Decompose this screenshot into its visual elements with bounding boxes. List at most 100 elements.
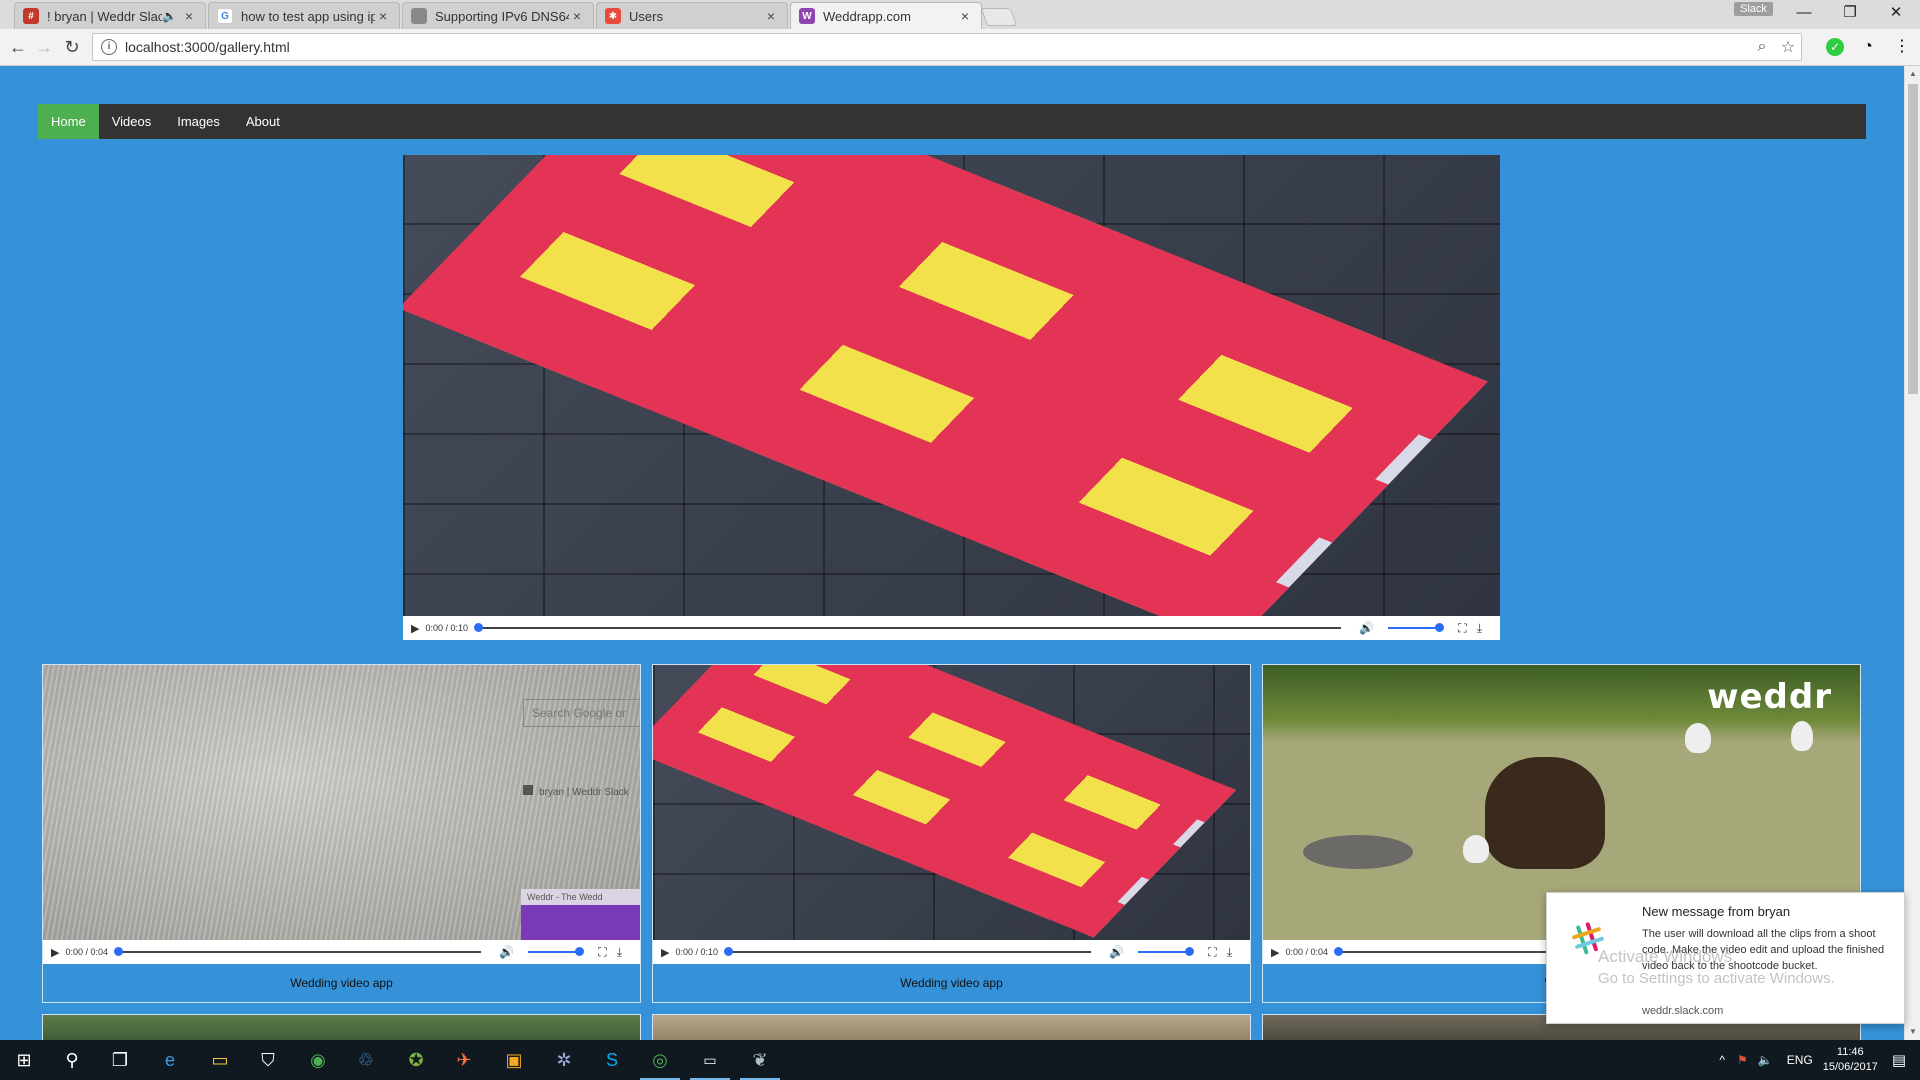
video-thumbnail[interactable]: Search Google or bryan | Weddr Slack Wed…	[43, 665, 640, 940]
reload-icon[interactable]: ↻	[60, 35, 84, 59]
users-favicon-icon: ✱	[605, 8, 621, 24]
minimize-icon[interactable]: —	[1780, 0, 1828, 28]
close-tab-icon[interactable]: ×	[763, 8, 779, 24]
info-icon[interactable]: i	[101, 39, 117, 55]
scroll-down-icon[interactable]: ▼	[1905, 1024, 1920, 1040]
nav-images[interactable]: Images	[164, 104, 233, 139]
volume-icon[interactable]: 🔊	[1359, 621, 1374, 635]
fullscreen-icon[interactable]: ⛶	[598, 945, 606, 960]
flag-tray-icon[interactable]: ⚑	[1737, 1053, 1748, 1067]
speaker-icon[interactable]: 🔈	[162, 9, 177, 23]
tab-users[interactable]: ✱ Users ×	[596, 2, 788, 29]
vpn-icon[interactable]: ✲	[540, 1044, 588, 1076]
weddr-favicon-icon: W	[799, 8, 815, 24]
edge-icon[interactable]: e	[146, 1044, 194, 1076]
chrome-icon[interactable]: ◎	[636, 1044, 684, 1080]
skype-icon[interactable]: S	[588, 1044, 636, 1076]
fullscreen-icon[interactable]: ⛶	[1458, 621, 1466, 636]
tab-ipv6[interactable]: Supporting IPv6 DNS64/ ×	[402, 2, 594, 29]
gallery-card: ▶ 0:00 / 0:10 🔊 ⛶ ⤓ Wedding video app	[652, 664, 1251, 1003]
postman-icon[interactable]: ✈	[440, 1044, 488, 1076]
video-thumbnail[interactable]	[653, 665, 1250, 940]
task-view-icon[interactable]: ❐	[96, 1044, 144, 1076]
flag-image	[403, 155, 1488, 640]
download-icon[interactable]: ⤓	[1227, 945, 1232, 960]
browser-chrome: # ! bryan | Weddr Slack 🔈 × G how to tes…	[0, 0, 1920, 66]
tab-strip: # ! bryan | Weddr Slack 🔈 × G how to tes…	[0, 0, 1920, 29]
forward-arrow-icon[interactable]: →	[32, 35, 56, 59]
nav-about[interactable]: About	[233, 104, 293, 139]
android-studio-icon[interactable]: ✪	[392, 1044, 440, 1076]
nav-videos[interactable]: Videos	[99, 104, 165, 139]
gull-shape	[1791, 721, 1813, 751]
page-scrollbar[interactable]: ▲ ▼	[1904, 66, 1920, 1040]
download-icon[interactable]: ⤓	[1477, 621, 1482, 636]
video-controls: ▶ 0:00 / 0:04 🔊 ⛶ ⤓	[43, 940, 640, 964]
notification-title: New message from bryan	[1642, 904, 1791, 919]
volume-icon[interactable]: 🔊	[499, 945, 514, 959]
zoom-icon[interactable]: ⌕	[1749, 38, 1775, 56]
file-explorer-icon[interactable]: ▭	[196, 1044, 244, 1076]
clock[interactable]: 11:46 15/06/2017	[1823, 1045, 1878, 1075]
weddr-watermark: weddr	[1707, 677, 1832, 717]
play-icon[interactable]: ▶	[51, 946, 59, 959]
url-text[interactable]: localhost:3000/gallery.html	[125, 39, 1749, 55]
volume-slider[interactable]	[1138, 947, 1195, 956]
seek-bar[interactable]	[724, 947, 1092, 956]
nav-home[interactable]: Home	[38, 104, 99, 139]
sync-icon[interactable]: ♲	[342, 1044, 390, 1076]
green-check-extension-icon[interactable]: ✓	[1826, 38, 1844, 56]
play-icon[interactable]: ▶	[661, 946, 669, 959]
windows-start-icon[interactable]: ⊞	[0, 1044, 48, 1076]
volume-slider[interactable]	[1388, 623, 1445, 632]
photo-tab-text: bryan | Weddr Slack	[523, 785, 629, 798]
card-caption: Wedding video app	[290, 976, 393, 990]
new-tab-button[interactable]	[980, 8, 1018, 26]
volume-slider[interactable]	[528, 947, 585, 956]
speaker-tray-icon[interactable]: 🔈	[1758, 1053, 1773, 1067]
store-icon[interactable]: ⛉	[244, 1044, 292, 1076]
chrome-dev-icon[interactable]: ◉	[294, 1044, 342, 1076]
tab-google-search[interactable]: G how to test app using ip ×	[208, 2, 400, 29]
profile-badge[interactable]: Slack	[1734, 2, 1773, 16]
speedometer-icon[interactable]: ◔	[1856, 35, 1880, 59]
restore-icon[interactable]: ❐	[1826, 0, 1874, 28]
terminal-icon[interactable]: ▭	[686, 1044, 734, 1080]
close-tab-icon[interactable]: ×	[375, 8, 391, 24]
gallery-card-row2[interactable]	[42, 1014, 641, 1040]
site-navbar: Home Videos Images About	[38, 104, 1866, 139]
kebab-menu-icon[interactable]: ⋮	[1890, 35, 1914, 59]
download-icon[interactable]: ⤓	[617, 945, 622, 960]
play-icon[interactable]: ▶	[411, 622, 419, 635]
play-icon[interactable]: ▶	[1271, 946, 1279, 959]
close-tab-icon[interactable]: ×	[957, 8, 973, 24]
volume-icon[interactable]: 🔊	[1109, 945, 1124, 959]
main-video-player[interactable]: ▶ 0:00 / 0:10 🔊 ⛶ ⤓	[403, 155, 1500, 640]
tray-chevron-icon[interactable]: ^	[1719, 1053, 1725, 1067]
fullscreen-icon[interactable]: ⛶	[1208, 945, 1216, 960]
address-bar[interactable]: i localhost:3000/gallery.html ⌕ ☆	[92, 33, 1802, 61]
scroll-thumb[interactable]	[1908, 84, 1918, 394]
notification-center-icon[interactable]: ▤	[1892, 1051, 1906, 1069]
parrot-app-icon[interactable]: ❦	[736, 1044, 784, 1080]
tab-weddr-slack[interactable]: # ! bryan | Weddr Slack 🔈 ×	[14, 2, 206, 29]
close-window-icon[interactable]: ✕	[1872, 0, 1920, 28]
search-icon[interactable]: ⚲	[48, 1044, 96, 1076]
video-time: 0:00 / 0:04	[65, 947, 109, 957]
sticky-app-icon[interactable]: ▣	[490, 1044, 538, 1076]
gallery-card-row2[interactable]	[652, 1014, 1251, 1040]
tab-weddrapp[interactable]: W Weddrapp.com ×	[790, 2, 982, 29]
rock-shape	[1303, 835, 1413, 869]
star-icon[interactable]: ☆	[1775, 37, 1801, 57]
language-indicator[interactable]: ENG	[1787, 1053, 1813, 1067]
scroll-up-icon[interactable]: ▲	[1905, 66, 1920, 82]
bear-shape	[1485, 757, 1605, 869]
back-arrow-icon[interactable]: ←	[6, 35, 30, 59]
video-time: 0:00 / 0:10	[425, 623, 469, 633]
seek-bar[interactable]	[114, 947, 482, 956]
activate-windows-watermark: Activate Windows Go to Settings to activ…	[1598, 947, 1835, 987]
close-tab-icon[interactable]: ×	[181, 8, 197, 24]
seek-bar[interactable]	[474, 623, 1342, 632]
close-tab-icon[interactable]: ×	[569, 8, 585, 24]
google-favicon-icon: G	[217, 8, 233, 24]
